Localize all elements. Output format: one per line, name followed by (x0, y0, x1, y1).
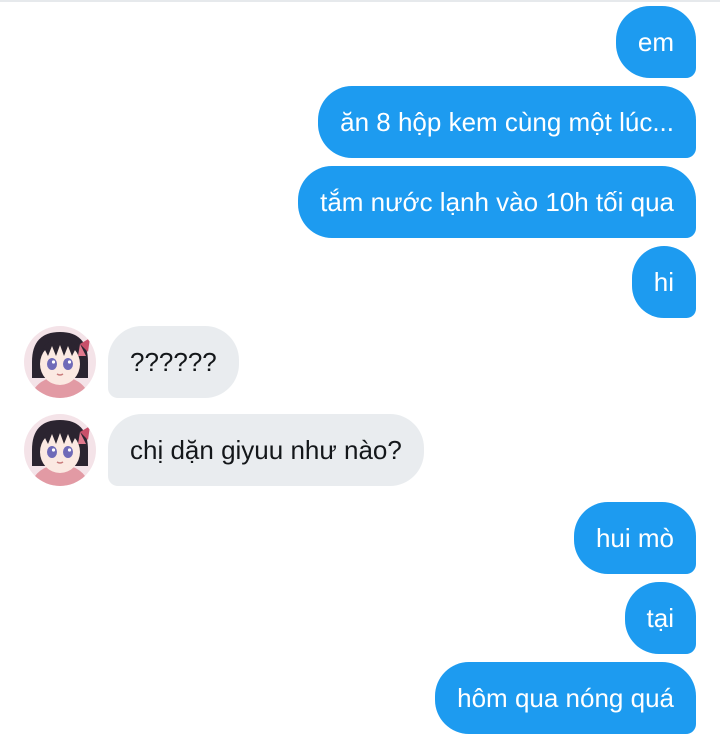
message-text: hôm qua nóng quá (457, 683, 674, 713)
message-bubble-outgoing[interactable]: hôm qua nóng quá (435, 662, 696, 734)
avatar-portrait (24, 326, 96, 398)
avatar-portrait (24, 414, 96, 486)
message-text: hui mò (595, 523, 674, 553)
message-text: ?????? (130, 347, 217, 377)
anime-girl-avatar[interactable] (24, 326, 96, 398)
message-bubble-outgoing[interactable]: tắm nước lạnh vào 10h tối qua (298, 166, 696, 238)
message-bubble-outgoing[interactable]: tại (624, 582, 696, 654)
message-text: em (637, 27, 674, 57)
message-bubble-outgoing[interactable]: em (615, 6, 696, 78)
message-bubble-outgoing[interactable]: hi (631, 246, 696, 318)
anime-girl-avatar[interactable] (24, 414, 96, 486)
message-text: ăn 8 hộp kem cùng một lúc... (340, 107, 674, 137)
top-divider (0, 0, 720, 2)
message-bubble-outgoing[interactable]: hui mò (573, 502, 696, 574)
message-bubble-incoming[interactable]: ?????? (108, 326, 239, 398)
message-text: chị dặn giyuu như nào? (130, 435, 402, 465)
message-text: tại (646, 603, 674, 633)
message-text: tắm nước lạnh vào 10h tối qua (320, 187, 674, 217)
message-text: hi (653, 267, 674, 297)
message-bubble-incoming[interactable]: chị dặn giyuu như nào? (108, 414, 424, 486)
message-bubble-outgoing[interactable]: ăn 8 hộp kem cùng một lúc... (318, 86, 696, 158)
